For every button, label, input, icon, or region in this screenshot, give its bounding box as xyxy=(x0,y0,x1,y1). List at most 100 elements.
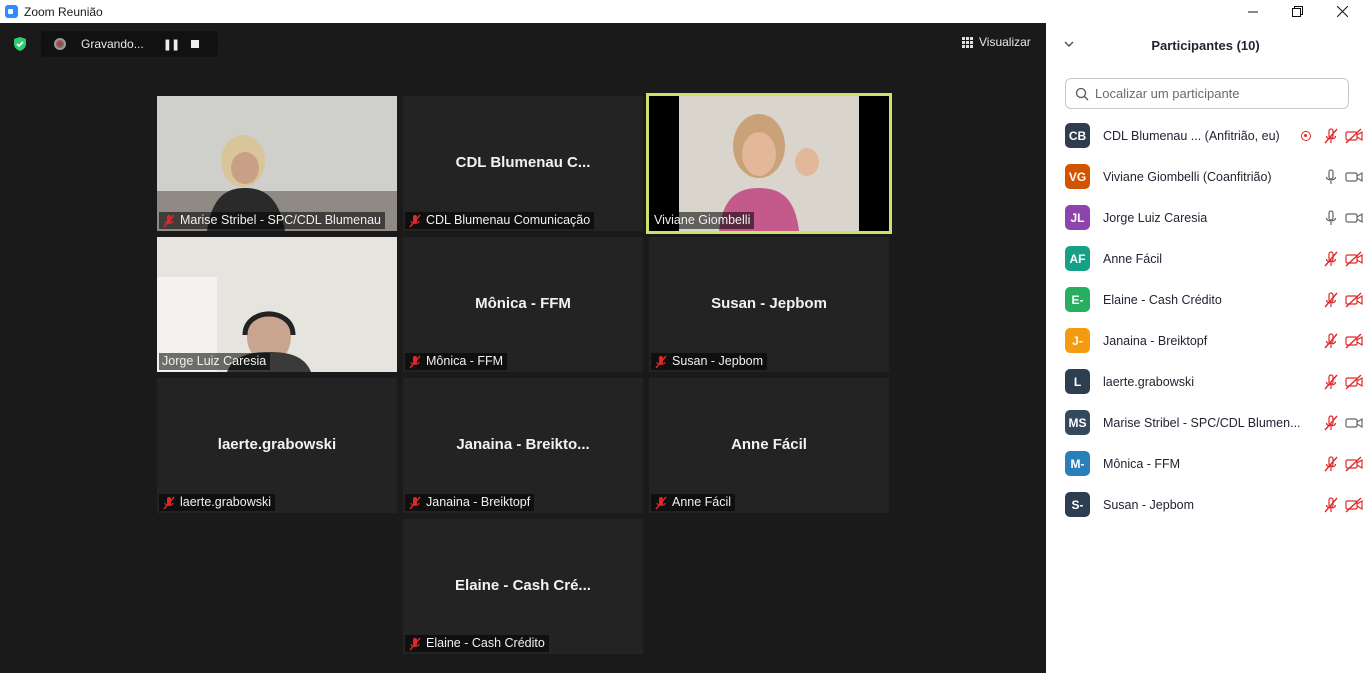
participant-name: CDL Blumenau ... (Anfitrião, eu) xyxy=(1103,128,1280,143)
video-icon[interactable] xyxy=(1342,414,1365,432)
title-bar: Zoom Reunião xyxy=(0,0,1365,23)
avatar: AF xyxy=(1065,246,1090,271)
participant-name: Viviane Giombelli (Coanfitrião) xyxy=(1103,169,1272,184)
video-off-icon[interactable] xyxy=(1342,455,1365,473)
participant-name-label: Susan - Jepbom xyxy=(672,354,764,368)
mic-muted-icon xyxy=(409,637,421,650)
view-button[interactable]: Visualizar xyxy=(962,35,1031,49)
avatar: JL xyxy=(1065,205,1090,230)
video-tile-marise[interactable]: Marise Stribel - SPC/CDL Blumenau xyxy=(157,96,397,231)
participant-list: CB CDL Blumenau ... (Anfitrião, eu) VG Vivi… xyxy=(1046,115,1365,525)
video-tile-viviane[interactable]: Viviane Giombelli xyxy=(646,93,892,234)
grid-view-icon xyxy=(962,36,973,48)
participants-panel: Participantes (10) CB CDL Blumenau ... (A… xyxy=(1046,23,1365,673)
participant-name: Susan - Jepbom xyxy=(1103,497,1195,512)
participant-row[interactable]: E- Elaine - Cash Crédito xyxy=(1046,279,1365,320)
mic-muted-icon[interactable] xyxy=(1319,496,1342,514)
panel-header: Participantes (10) xyxy=(1046,23,1365,68)
participant-name-label: CDL Blumenau Comunicação xyxy=(426,213,591,227)
participant-row[interactable]: Llaerte.grabowski xyxy=(1046,361,1365,402)
participant-name-label: Mônica - FFM xyxy=(426,354,504,368)
video-tile-janaina[interactable]: Janaina - Breikto... Janaina - Breiktopf xyxy=(403,378,643,513)
video-icon[interactable] xyxy=(1342,209,1365,227)
avatar: MS xyxy=(1065,410,1090,435)
security-shield-icon[interactable] xyxy=(12,36,28,52)
recording-status: Gravando... xyxy=(81,37,144,51)
participant-name-label: Viviane Giombelli xyxy=(654,213,751,227)
mic-icon[interactable] xyxy=(1319,209,1342,227)
panel-title: Participantes (10) xyxy=(1151,38,1260,53)
mic-muted-icon xyxy=(409,214,421,227)
mic-muted-icon[interactable] xyxy=(1319,373,1342,391)
mic-muted-icon[interactable] xyxy=(1319,455,1342,473)
avatar: M- xyxy=(1065,451,1090,476)
participant-row[interactable]: JL Jorge Luiz Caresia xyxy=(1046,197,1365,238)
video-tile-anne[interactable]: Anne Fácil Anne Fácil xyxy=(649,378,889,513)
video-off-icon[interactable] xyxy=(1342,332,1365,350)
zoom-app-icon xyxy=(5,5,18,18)
avatar: VG xyxy=(1065,164,1090,189)
video-gallery: Gravando... ❚❚ Visualizar Marise Stribel… xyxy=(0,23,1046,673)
restore-icon xyxy=(1292,6,1303,17)
mic-muted-icon[interactable] xyxy=(1319,291,1342,309)
mic-muted-icon[interactable] xyxy=(1319,332,1342,350)
stop-recording-button[interactable] xyxy=(191,40,199,48)
mic-muted-icon[interactable] xyxy=(1319,414,1342,432)
mic-muted-icon[interactable] xyxy=(1319,250,1342,268)
participant-name-label: Janaina - Breiktopf xyxy=(426,495,531,509)
participant-name: laerte.grabowski xyxy=(1103,374,1195,389)
participant-display-name: Janaina - Breikto... xyxy=(456,436,590,453)
pause-recording-button[interactable]: ❚❚ xyxy=(160,38,182,51)
mic-icon[interactable] xyxy=(1319,168,1342,186)
video-off-icon[interactable] xyxy=(1342,250,1365,268)
avatar: J- xyxy=(1065,328,1090,353)
participant-video xyxy=(157,237,397,372)
participant-row[interactable]: S- Susan - Jepbom xyxy=(1046,484,1365,525)
participant-display-name: CDL Blumenau C... xyxy=(455,154,591,171)
participant-row[interactable]: J- Janaina - Breiktopf xyxy=(1046,320,1365,361)
participant-row[interactable]: CB CDL Blumenau ... (Anfitrião, eu) xyxy=(1046,115,1365,156)
video-tile-laerte[interactable]: laerte.grabowski laerte.grabowski xyxy=(157,378,397,513)
minimize-button[interactable] xyxy=(1230,0,1275,23)
participant-display-name: Elaine - Cash Cré... xyxy=(455,577,591,594)
view-label: Visualizar xyxy=(979,35,1031,49)
mic-muted-icon[interactable] xyxy=(1319,127,1342,145)
video-off-icon[interactable] xyxy=(1342,291,1365,309)
video-icon[interactable] xyxy=(1342,168,1365,186)
participant-name-label: Elaine - Cash Crédito xyxy=(426,636,545,650)
recording-indicator-icon xyxy=(1301,131,1311,141)
avatar: L xyxy=(1065,369,1090,394)
search-input[interactable] xyxy=(1095,86,1335,101)
participant-video xyxy=(649,96,889,231)
participant-search[interactable] xyxy=(1065,78,1349,109)
participant-row[interactable]: MS Marise Stribel - SPC/CDL Blumen... xyxy=(1046,402,1365,443)
recording-icon xyxy=(54,38,66,50)
mic-muted-icon xyxy=(655,496,667,509)
participant-display-name: laerte.grabowski xyxy=(217,436,337,453)
mic-muted-icon xyxy=(163,214,175,227)
participant-display-name: Mônica - FFM xyxy=(475,295,571,312)
video-tile-susan[interactable]: Susan - Jepbom Susan - Jepbom xyxy=(649,237,889,372)
participant-display-name: Susan - Jepbom xyxy=(711,295,827,312)
participant-name-label: Jorge Luiz Caresia xyxy=(162,354,267,368)
maximize-button[interactable] xyxy=(1275,0,1320,23)
participant-name-label: Marise Stribel - SPC/CDL Blumenau xyxy=(180,213,381,227)
video-off-icon[interactable] xyxy=(1342,373,1365,391)
close-button[interactable] xyxy=(1320,0,1365,23)
mic-muted-icon xyxy=(655,355,667,368)
video-tile-elaine[interactable]: Elaine - Cash Cré... Elaine - Cash Crédi… xyxy=(403,519,643,654)
video-off-icon[interactable] xyxy=(1342,496,1365,514)
mic-muted-icon xyxy=(163,496,175,509)
recording-bar: Gravando... ❚❚ xyxy=(41,31,218,57)
video-tile-jorge[interactable]: Jorge Luiz Caresia xyxy=(157,237,397,372)
participant-name: Mônica - FFM xyxy=(1103,456,1181,471)
participant-name-label: laerte.grabowski xyxy=(180,495,272,509)
video-tile-cdl-comunicacao[interactable]: CDL Blumenau C... CDL Blumenau Comunicaç… xyxy=(403,96,643,231)
participant-video xyxy=(157,96,397,231)
participant-row[interactable]: AF Anne Fácil xyxy=(1046,238,1365,279)
video-tile-monica[interactable]: Mônica - FFM Mônica - FFM xyxy=(403,237,643,372)
participant-row[interactable]: VG Viviane Giombelli (Coanfitrião) xyxy=(1046,156,1365,197)
participant-row[interactable]: M- Mônica - FFM xyxy=(1046,443,1365,484)
video-off-icon[interactable] xyxy=(1342,127,1365,145)
participant-name-label: Anne Fácil xyxy=(672,495,732,509)
